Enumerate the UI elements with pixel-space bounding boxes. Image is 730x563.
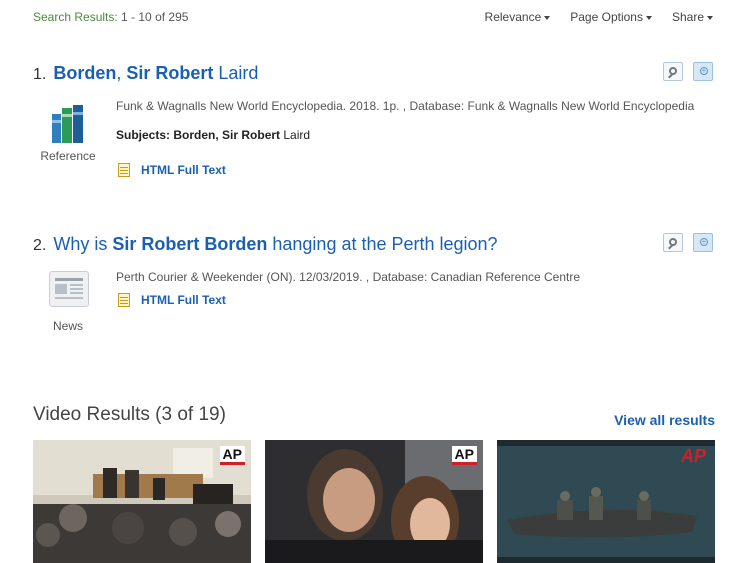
share-label: Share [671, 10, 704, 24]
result-title: 1. Borden, Sir Robert Laird [33, 62, 715, 86]
ap-logo: AP [451, 446, 477, 465]
video-results-heading: Video Results (3 of 19) [33, 404, 226, 425]
result-count-value: 1 - 10 of 295 [121, 10, 189, 24]
html-doc-icon [116, 162, 132, 178]
result-number: 1. [33, 66, 47, 83]
preview-icon[interactable] [663, 233, 683, 252]
results-toolbar: Search Results: 1 - 10 of 295 Relevance … [33, 10, 713, 28]
result-source: Funk & Wagnalls New World Encyclopedia. … [116, 99, 695, 113]
result-title-link[interactable]: Why is Sir Robert Borden hanging at the … [53, 234, 497, 254]
ap-logo: AP [219, 446, 245, 465]
reference-books-icon [51, 104, 85, 144]
result-title-link[interactable]: Borden, Sir Robert Laird [53, 63, 258, 83]
video-thumbnail[interactable]: AP [497, 440, 715, 563]
result-count-label: Search Results: [33, 10, 118, 24]
result-source: Perth Courier & Weekender (ON). 12/03/20… [116, 270, 581, 284]
chevron-down-icon [544, 15, 551, 20]
chevron-down-icon [707, 15, 713, 20]
page-options-dropdown[interactable]: Page Options [570, 10, 652, 24]
chevron-down-icon [645, 15, 652, 20]
result-number: 2. [33, 237, 47, 254]
html-doc-icon [116, 292, 132, 308]
result-subjects: Subjects: Borden, Sir Robert Laird [116, 128, 311, 142]
share-dropdown[interactable]: Share [672, 10, 713, 24]
result-item: 2. Why is Sir Robert Borden hanging at t… [33, 233, 715, 343]
publication-type-label: Reference [40, 149, 96, 163]
sort-label: Relevance [484, 10, 542, 24]
ap-logo: AP [680, 446, 706, 466]
add-to-folder-icon[interactable]: + [693, 62, 713, 81]
preview-icon[interactable] [663, 62, 683, 81]
result-count: Search Results: 1 - 10 of 295 [33, 10, 188, 24]
sort-dropdown[interactable]: Relevance [485, 10, 551, 24]
add-to-folder-icon[interactable]: + [693, 233, 713, 252]
html-full-text-link[interactable]: HTML Full Text [116, 292, 226, 308]
page-options-label: Page Options [570, 10, 643, 24]
news-icon [49, 271, 89, 307]
view-all-results-link[interactable]: View all results [614, 412, 715, 428]
video-thumbnail[interactable]: AP [33, 440, 251, 563]
html-full-text-link[interactable]: HTML Full Text [116, 162, 226, 178]
publication-type-label: News [52, 319, 83, 333]
result-title: 2. Why is Sir Robert Borden hanging at t… [33, 233, 715, 257]
result-item: 1. Borden, Sir Robert Laird + Reference … [33, 62, 715, 192]
video-thumbnail[interactable]: AP [265, 440, 483, 563]
